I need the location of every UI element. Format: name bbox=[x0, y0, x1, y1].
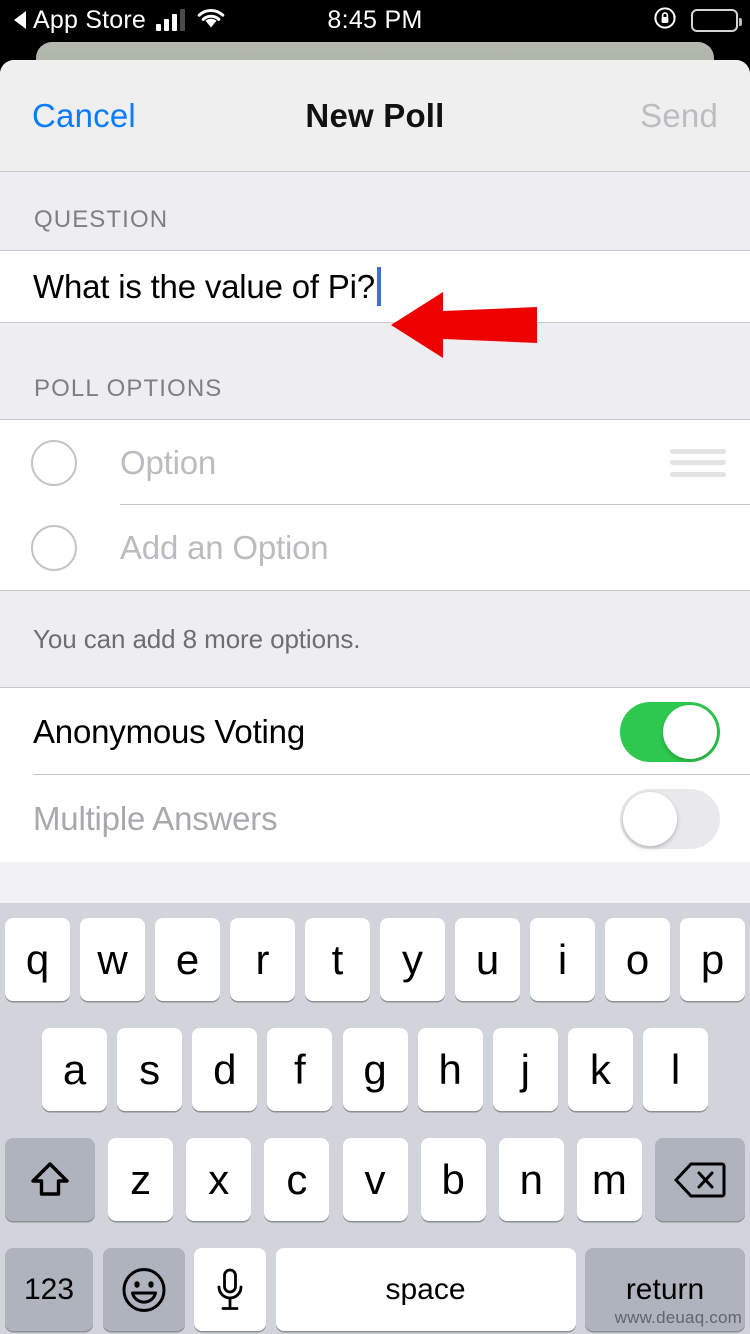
sheet-nav-bar: Cancel New Poll Send bbox=[0, 60, 750, 172]
question-section-header: QUESTION bbox=[0, 172, 750, 250]
page-title: New Poll bbox=[305, 97, 445, 134]
key-x[interactable]: x bbox=[186, 1138, 252, 1221]
battery-full-icon bbox=[691, 8, 742, 32]
backspace-delete-icon[interactable] bbox=[655, 1138, 745, 1221]
key-c[interactable]: c bbox=[264, 1138, 330, 1221]
key-y[interactable]: y bbox=[380, 918, 445, 1001]
shift-arrow-icon[interactable] bbox=[5, 1138, 95, 1221]
reorder-handle-icon[interactable] bbox=[670, 446, 726, 480]
microphone-icon[interactable] bbox=[194, 1248, 266, 1331]
multiple-answers-label: Multiple Answers bbox=[33, 799, 278, 837]
key-f[interactable]: f bbox=[267, 1028, 333, 1111]
poll-settings-group: Anonymous Voting Multiple Answers bbox=[0, 688, 750, 862]
key-a[interactable]: a bbox=[42, 1028, 107, 1111]
key-e[interactable]: e bbox=[155, 918, 220, 1001]
poll-option-row[interactable]: Option bbox=[0, 420, 750, 505]
options-footnote: You can add 8 more options. bbox=[0, 590, 750, 688]
key-n[interactable]: n bbox=[498, 1138, 564, 1221]
key-j[interactable]: j bbox=[492, 1028, 558, 1111]
poll-option-input-2[interactable]: Add an Option bbox=[120, 529, 329, 567]
key-s[interactable]: s bbox=[117, 1028, 183, 1111]
status-bar-right bbox=[653, 0, 742, 40]
key-w[interactable]: w bbox=[80, 918, 145, 1001]
phone-screen: App Store 8:45 PM Cancel New Poll Send Q… bbox=[0, 0, 750, 1334]
keyboard-row-1: q w e r t y u i o p bbox=[0, 918, 750, 1001]
space-key[interactable]: space bbox=[275, 1248, 576, 1331]
key-b[interactable]: b bbox=[420, 1138, 486, 1221]
radio-circle-icon bbox=[31, 439, 77, 486]
status-bar-clock: 8:45 PM bbox=[327, 5, 423, 34]
question-field-group: What is the value of Pi? bbox=[0, 250, 750, 323]
key-h[interactable]: h bbox=[417, 1028, 483, 1111]
onscreen-keyboard: q w e r t y u i o p a s d f g h j k l z … bbox=[0, 903, 750, 1334]
toggle-knob bbox=[663, 704, 717, 759]
add-option-row[interactable]: Add an Option bbox=[0, 505, 750, 590]
key-r[interactable]: r bbox=[230, 918, 295, 1001]
question-input-value: What is the value of Pi? bbox=[33, 268, 375, 305]
key-k[interactable]: k bbox=[567, 1028, 633, 1111]
key-t[interactable]: t bbox=[305, 918, 370, 1001]
text-cursor bbox=[376, 267, 381, 306]
question-input[interactable]: What is the value of Pi? bbox=[0, 251, 750, 322]
toggle-knob bbox=[623, 791, 677, 846]
poll-options-section-header: POLL OPTIONS bbox=[0, 323, 750, 419]
anonymous-voting-toggle[interactable] bbox=[620, 701, 720, 762]
anonymous-voting-row[interactable]: Anonymous Voting bbox=[0, 688, 750, 775]
anonymous-voting-label: Anonymous Voting bbox=[33, 712, 305, 750]
send-button[interactable]: Send bbox=[640, 60, 718, 172]
status-bar: App Store 8:45 PM bbox=[0, 0, 750, 40]
multiple-answers-row[interactable]: Multiple Answers bbox=[0, 775, 750, 862]
rotation-lock-icon bbox=[653, 5, 679, 36]
poll-options-group: Option Add an Option bbox=[0, 419, 750, 590]
radio-circle-icon bbox=[31, 524, 77, 571]
emoji-smiley-icon[interactable] bbox=[102, 1248, 185, 1331]
keyboard-row-3: z x c v b n m bbox=[0, 1138, 750, 1221]
site-watermark: www.deuaq.com bbox=[614, 1308, 742, 1327]
key-o[interactable]: o bbox=[605, 918, 670, 1001]
poll-option-input-1[interactable]: Option bbox=[120, 444, 216, 482]
key-u[interactable]: u bbox=[455, 918, 520, 1001]
key-l[interactable]: l bbox=[643, 1028, 708, 1111]
key-g[interactable]: g bbox=[342, 1028, 408, 1111]
key-i[interactable]: i bbox=[530, 918, 595, 1001]
key-m[interactable]: m bbox=[576, 1138, 642, 1221]
key-q[interactable]: q bbox=[5, 918, 70, 1001]
key-v[interactable]: v bbox=[342, 1138, 408, 1221]
numbers-key[interactable]: 123 bbox=[5, 1248, 93, 1331]
multiple-answers-toggle[interactable] bbox=[620, 788, 720, 849]
key-d[interactable]: d bbox=[192, 1028, 258, 1111]
keyboard-row-2: a s d f g h j k l bbox=[0, 1028, 750, 1111]
key-p[interactable]: p bbox=[680, 918, 745, 1001]
key-z[interactable]: z bbox=[108, 1138, 174, 1221]
